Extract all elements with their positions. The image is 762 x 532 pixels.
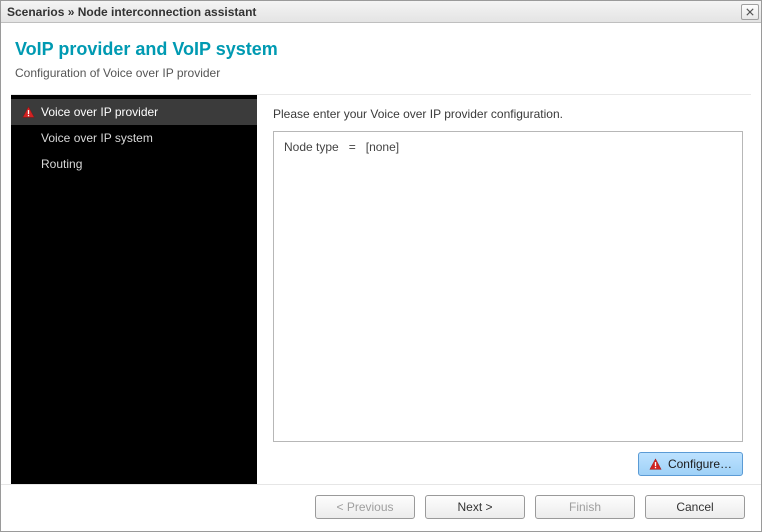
main-area: Voice over IP provider Voice over IP sys… [11, 94, 751, 484]
config-summary-box: Node type = [none] [273, 131, 743, 442]
header: VoIP provider and VoIP system Configurat… [1, 23, 761, 94]
content-panel: Please enter your Voice over IP provider… [257, 95, 751, 484]
config-equals: = [349, 140, 356, 154]
sidebar-item-routing[interactable]: Routing [11, 151, 257, 177]
close-icon [746, 8, 754, 16]
page-title: VoIP provider and VoIP system [15, 39, 747, 60]
finish-button: Finish [535, 495, 635, 519]
cancel-button[interactable]: Cancel [645, 495, 745, 519]
next-button[interactable]: Next > [425, 495, 525, 519]
cancel-button-label: Cancel [676, 500, 713, 514]
sidebar-item-label: Routing [41, 157, 249, 171]
warning-icon [649, 458, 662, 471]
configure-button[interactable]: Configure… [638, 452, 743, 476]
warning-icon [21, 106, 35, 119]
config-row-node-type: Node type = [none] [284, 140, 399, 154]
sidebar-item-voip-system[interactable]: Voice over IP system [11, 125, 257, 151]
config-key: Node type [284, 140, 339, 154]
breadcrumb: Scenarios » Node interconnection assista… [7, 5, 741, 19]
titlebar: Scenarios » Node interconnection assista… [1, 1, 761, 23]
config-value: [none] [366, 140, 399, 154]
sidebar-item-voip-provider[interactable]: Voice over IP provider [11, 99, 257, 125]
sidebar-item-label: Voice over IP provider [41, 105, 249, 119]
previous-button: < Previous [315, 495, 415, 519]
page-subtitle: Configuration of Voice over IP provider [15, 66, 747, 80]
configure-button-label: Configure… [668, 457, 732, 471]
sidebar: Voice over IP provider Voice over IP sys… [11, 95, 257, 484]
next-button-label: Next > [457, 500, 492, 514]
finish-button-label: Finish [569, 500, 601, 514]
wizard-footer: < Previous Next > Finish Cancel [1, 484, 761, 531]
close-button[interactable] [741, 4, 759, 20]
instruction-text: Please enter your Voice over IP provider… [273, 103, 743, 131]
sidebar-item-label: Voice over IP system [41, 131, 249, 145]
config-actions: Configure… [273, 442, 743, 476]
previous-button-label: < Previous [336, 500, 393, 514]
dialog-window: Scenarios » Node interconnection assista… [0, 0, 762, 532]
